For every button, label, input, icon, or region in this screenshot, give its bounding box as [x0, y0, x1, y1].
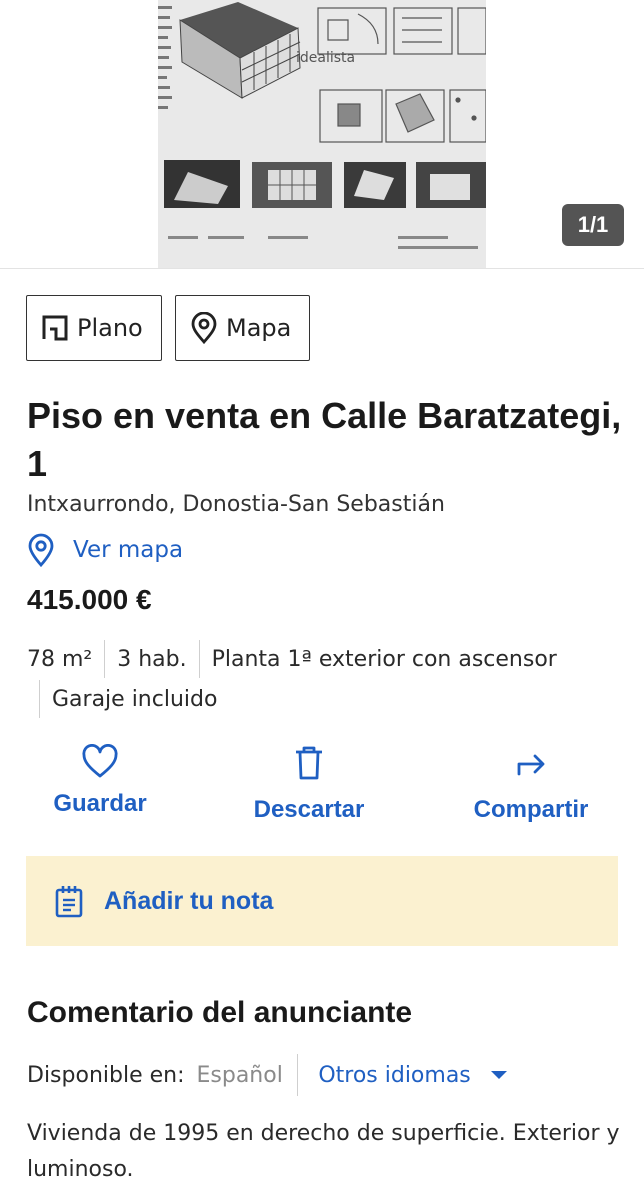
- notepad-icon: [54, 883, 88, 919]
- ver-mapa-link[interactable]: Ver mapa: [27, 532, 183, 568]
- share-label: Compartir: [473, 796, 589, 823]
- discard-button[interactable]: Descartar: [238, 744, 380, 824]
- listing-description: Vivienda de 1995 en derecho de superfici…: [27, 1121, 620, 1182]
- comment-section-title: Comentario del anunciante: [27, 996, 413, 1029]
- current-language: Español: [196, 1062, 283, 1088]
- available-label: Disponible en:: [27, 1062, 185, 1088]
- map-pin-icon: [27, 533, 59, 567]
- save-label: Guardar: [53, 790, 147, 817]
- save-button[interactable]: Guardar: [40, 744, 160, 818]
- listing-location: Intxaurrondo, Donostia-San Sebastián: [27, 492, 445, 517]
- other-languages-dropdown[interactable]: Otros idiomas: [318, 1062, 507, 1088]
- feature-rooms: 3 hab.: [104, 640, 198, 678]
- caret-down-icon: [490, 1071, 507, 1079]
- floorplan-icon: [39, 312, 71, 344]
- add-note-button[interactable]: Añadir tu nota: [26, 856, 618, 946]
- svg-text:idealista: idealista: [296, 50, 355, 66]
- other-languages-label: Otros idiomas: [318, 1062, 471, 1088]
- feature-area: 78 m²: [27, 646, 93, 672]
- floorplan-photo-image: idealista: [158, 0, 486, 268]
- trash-icon: [296, 746, 322, 780]
- share-arrow-icon: [517, 754, 545, 776]
- ver-mapa-label: Ver mapa: [73, 537, 184, 563]
- divider: [296, 1054, 299, 1096]
- plano-button[interactable]: Plano: [26, 295, 162, 361]
- listing-price: 415.000 €: [27, 584, 152, 615]
- feature-garage: Garaje incluido: [39, 680, 229, 718]
- share-button[interactable]: Compartir: [458, 744, 604, 824]
- discard-label: Descartar: [253, 796, 365, 823]
- listing-photo[interactable]: idealista: [158, 0, 486, 268]
- language-selector: Disponible en: Español Otros idiomas: [27, 1054, 507, 1096]
- heart-icon: [82, 744, 118, 778]
- photo-gallery[interactable]: idealista 1/1: [0, 0, 644, 268]
- feature-floor: Planta 1ª exterior con ascensor: [198, 640, 569, 678]
- add-note-label: Añadir tu nota: [104, 886, 274, 915]
- mapa-button[interactable]: Mapa: [175, 295, 310, 361]
- mapa-label: Mapa: [226, 314, 292, 342]
- listing-title: Piso en venta en Calle Baratzategi, 1: [27, 395, 622, 484]
- map-pin-icon: [188, 312, 220, 344]
- plano-label: Plano: [77, 314, 143, 342]
- photo-counter: 1/1: [562, 204, 624, 246]
- divider: [0, 268, 644, 269]
- listing-features: 78 m² 3 hab. Planta 1ª exterior con asce…: [27, 640, 627, 718]
